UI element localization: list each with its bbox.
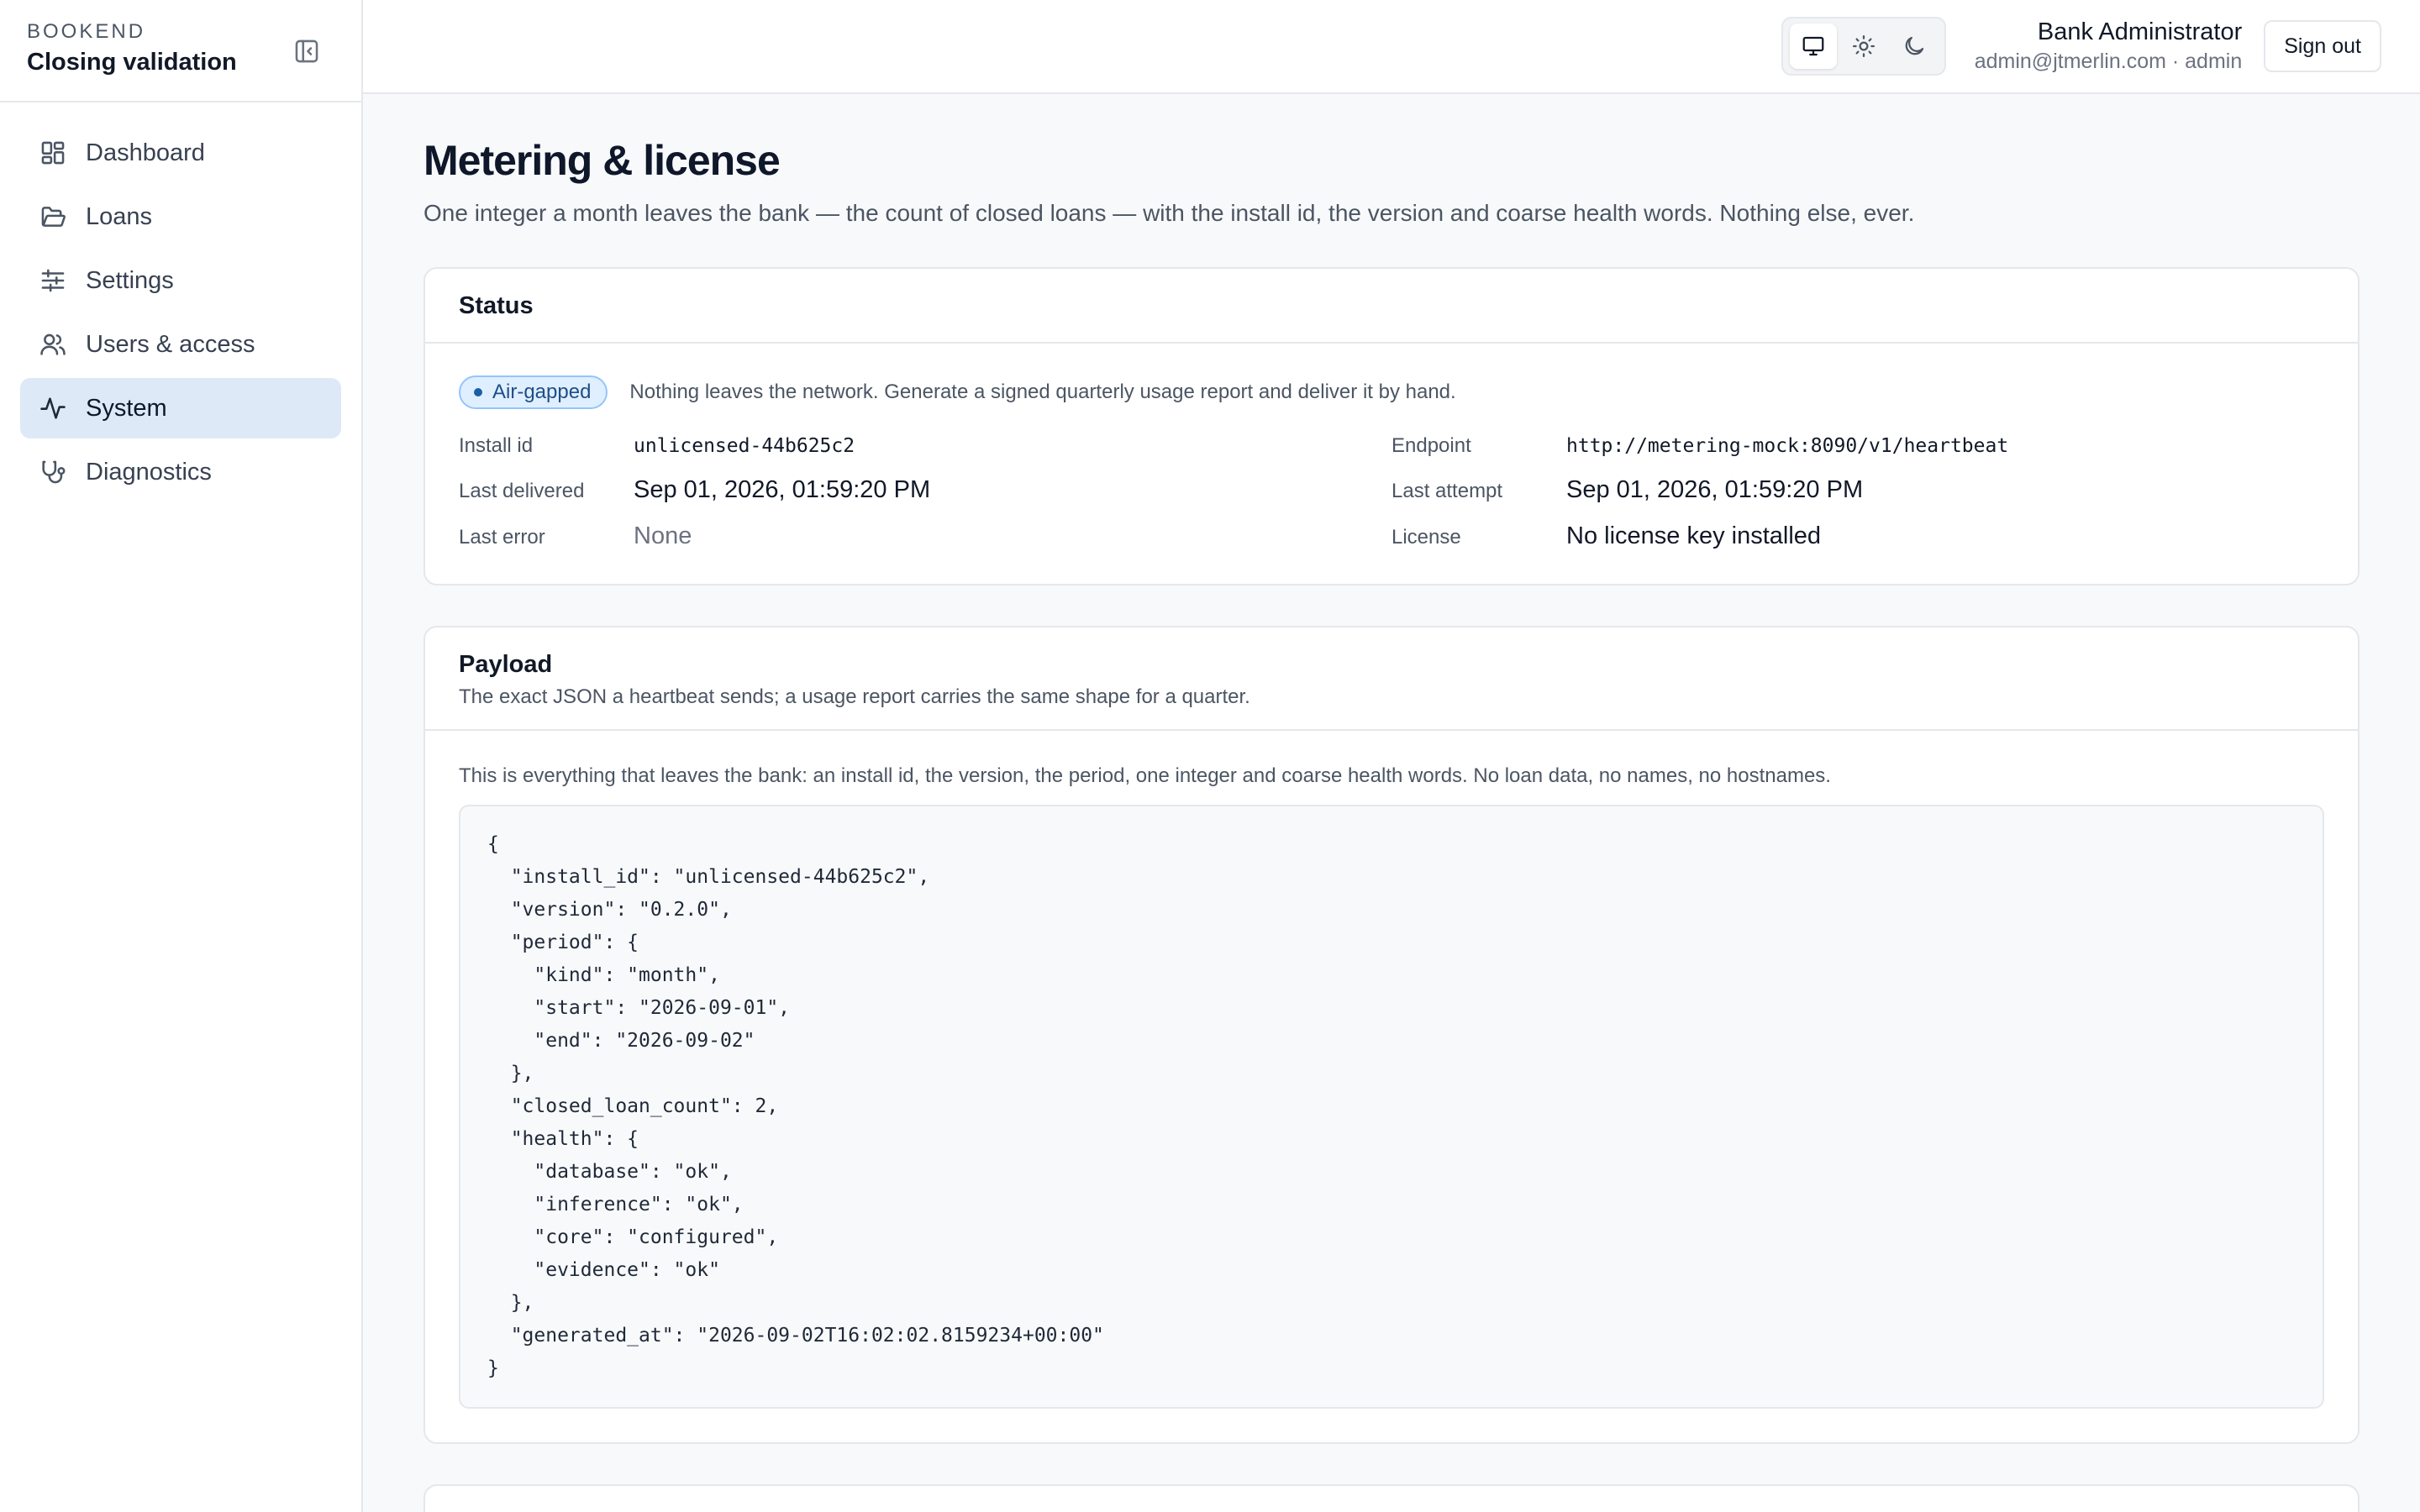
status-card-header: Status	[425, 269, 2358, 344]
user-info: Bank Administrator admin@jtmerlin.com · …	[1975, 18, 2243, 74]
page-content: Metering & license One integer a month l…	[363, 94, 2420, 1512]
detail-key: Last delivered	[459, 480, 585, 502]
detail-key: Last error	[459, 526, 545, 549]
detail-key: Endpoint	[1392, 434, 1471, 457]
sidebar-item-system[interactable]: System	[20, 378, 341, 438]
detail-value: http://metering-mock:8090/v1/heartbeat	[1566, 435, 2009, 457]
detail-value: None	[634, 522, 692, 549]
detail-license: License No license key installed	[1392, 522, 2324, 550]
sidebar-item-label: Loans	[86, 202, 153, 230]
brand-header: BOOKEND Closing validation	[0, 0, 361, 102]
status-badge: Air-gapped	[459, 375, 608, 409]
next-card	[424, 1484, 2360, 1512]
sliders-icon	[39, 266, 67, 295]
status-badge-label: Air-gapped	[492, 381, 592, 403]
sidebar-item-label: Dashboard	[86, 139, 205, 166]
detail-value: Sep 01, 2026, 01:59:20 PM	[1566, 476, 1864, 503]
sidebar-collapse-icon[interactable]	[292, 37, 321, 66]
page-title: Metering & license	[424, 137, 781, 184]
sun-icon[interactable]	[1840, 24, 1887, 69]
status-details-left: Install id unlicensed-44b625c2 Last deli…	[459, 434, 1392, 569]
dashboard-icon	[39, 139, 67, 167]
status-line: Air-gapped Nothing leaves the network. G…	[459, 375, 2324, 409]
detail-value: Sep 01, 2026, 01:59:20 PM	[634, 476, 931, 503]
detail-key: Install id	[459, 434, 534, 457]
moon-icon[interactable]	[1891, 24, 1938, 69]
sidebar-item-dashboard[interactable]: Dashboard	[20, 123, 341, 183]
sidebar-item-label: Diagnostics	[86, 458, 212, 486]
detail-last-delivered: Last delivered Sep 01, 2026, 01:59:20 PM	[459, 476, 1392, 504]
status-card-body: Air-gapped Nothing leaves the network. G…	[425, 344, 2358, 584]
payload-card: Payload The exact JSON a heartbeat sends…	[424, 626, 2360, 1444]
payload-card-body: This is everything that leaves the bank:…	[425, 731, 2358, 1442]
payload-card-header: Payload The exact JSON a heartbeat sends…	[425, 627, 2358, 731]
detail-key: Last attempt	[1392, 480, 1503, 502]
payload-card-title: Payload	[459, 651, 553, 678]
status-card-title: Status	[459, 292, 534, 319]
app-root: BOOKEND Closing validation Dashboard Loa…	[0, 0, 2420, 1512]
status-details-right: Endpoint http://metering-mock:8090/v1/he…	[1392, 434, 2324, 569]
users-icon	[39, 330, 67, 359]
topbar: Bank Administrator admin@jtmerlin.com · …	[363, 0, 2420, 94]
folder-icon	[39, 202, 67, 231]
brand-eyebrow: BOOKEND	[27, 20, 146, 43]
detail-value: No license key installed	[1566, 522, 1822, 549]
user-name: Bank Administrator	[2037, 18, 2243, 45]
sidebar: BOOKEND Closing validation Dashboard Loa…	[0, 0, 363, 1512]
sidebar-item-loans[interactable]: Loans	[20, 186, 341, 247]
sidebar-item-diagnostics[interactable]: Diagnostics	[20, 442, 341, 502]
detail-last-error: Last error None	[459, 522, 1392, 550]
sign-out-button[interactable]: Sign out	[2264, 20, 2381, 72]
detail-key: License	[1392, 526, 1461, 549]
theme-toggle	[1781, 17, 1946, 76]
stethoscope-icon	[39, 458, 67, 486]
status-card: Status Air-gapped Nothing leaves the net…	[424, 267, 2360, 585]
payload-note: This is everything that leaves the bank:…	[459, 764, 1831, 787]
activity-icon	[39, 394, 67, 423]
payload-card-description: The exact JSON a heartbeat sends; a usag…	[459, 685, 1250, 708]
detail-value: unlicensed-44b625c2	[634, 435, 855, 457]
main-area: Bank Administrator admin@jtmerlin.com · …	[363, 0, 2420, 1512]
detail-install-id: Install id unlicensed-44b625c2	[459, 434, 1392, 458]
status-dot-icon	[474, 388, 482, 396]
detail-last-attempt: Last attempt Sep 01, 2026, 01:59:20 PM	[1392, 476, 2324, 504]
page-subtitle: One integer a month leaves the bank — th…	[424, 200, 1915, 226]
sidebar-nav: Dashboard Loans Settings Users & access …	[0, 102, 361, 526]
brand-title: Closing validation	[27, 49, 237, 76]
sidebar-item-settings[interactable]: Settings	[20, 250, 341, 311]
status-details: Install id unlicensed-44b625c2 Last deli…	[459, 434, 2324, 569]
payload-json-code[interactable]: { "install_id": "unlicensed-44b625c2", "…	[459, 805, 2324, 1409]
sidebar-item-users[interactable]: Users & access	[20, 314, 341, 375]
status-note: Nothing leaves the network. Generate a s…	[629, 381, 1456, 403]
monitor-icon[interactable]	[1789, 24, 1837, 69]
user-email-role: admin@jtmerlin.com · admin	[1974, 50, 2243, 73]
detail-endpoint: Endpoint http://metering-mock:8090/v1/he…	[1392, 434, 2324, 458]
sidebar-item-label: Users & access	[86, 330, 255, 358]
sidebar-item-label: Settings	[86, 266, 174, 294]
sidebar-item-label: System	[86, 394, 167, 422]
